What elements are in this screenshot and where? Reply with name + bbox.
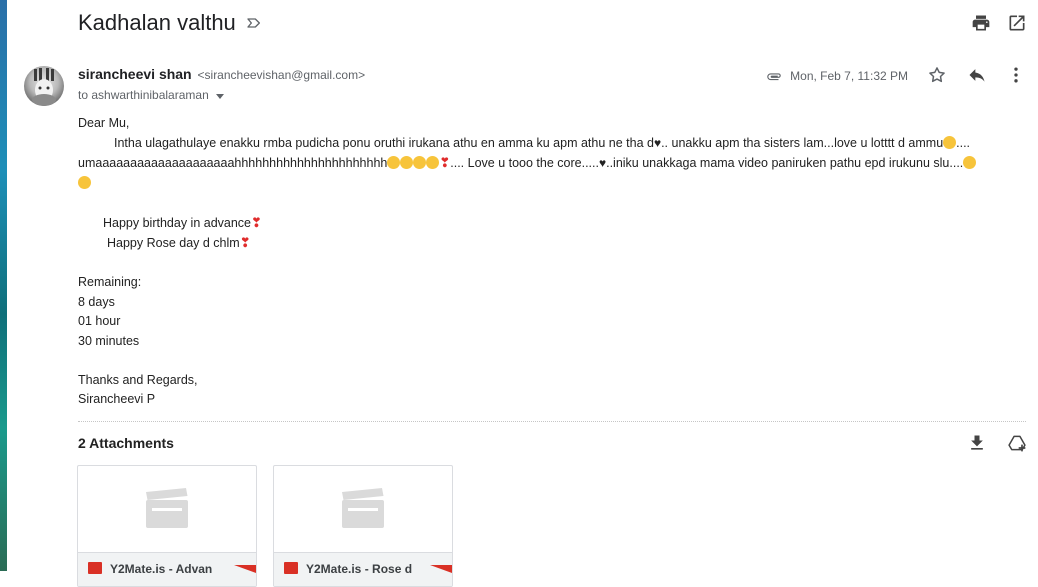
sender-line: sirancheevi shan <sirancheevishan@gmail.… <box>78 66 365 82</box>
sender-email: <sirancheevishan@gmail.com> <box>197 68 366 82</box>
attachment-card[interactable]: Y2Mate.is - Rose d <box>273 465 453 587</box>
paragraph-2-part-b: .... Love u tooo the core..... <box>450 156 599 170</box>
red-heart-emoji-icon: ❣ <box>439 155 451 170</box>
wish-birthday-text: Happy birthday in advance <box>103 215 252 230</box>
signoff: Thanks and Regards, <box>78 372 198 387</box>
video-file-icon <box>342 488 384 528</box>
attachments-divider <box>78 421 1026 422</box>
message-meta: Mon, Feb 7, 11:32 PM <box>765 67 908 85</box>
message-body: Dear Mu, Intha ulagathulaye enakku rmba … <box>78 114 1018 410</box>
video-file-icon <box>146 488 188 528</box>
wish-rose-day: Happy Rose day d chlm❣ <box>78 233 1018 254</box>
attachment-name: Y2Mate.is - Advan <box>110 562 213 576</box>
open-in-new-icon[interactable] <box>1007 13 1027 33</box>
subject-row: Kadhalan valthu <box>78 8 262 38</box>
kiss-emoji-icon <box>426 156 440 169</box>
attachment-name: Y2Mate.is - Rose d <box>306 562 413 576</box>
kiss-emoji-icon <box>400 156 414 169</box>
greeting: Dear Mu, <box>78 116 130 130</box>
attachment-footer: Y2Mate.is - Advan <box>78 552 256 586</box>
remaining-hours: 01 hour <box>78 314 121 328</box>
wish-rose-day-text: Happy Rose day d chlm <box>107 236 240 250</box>
kiss-emoji-icon <box>387 156 401 169</box>
grin-emoji-icon <box>963 156 977 169</box>
file-type-corner-icon <box>234 565 256 573</box>
signature: Sirancheevi P <box>78 392 156 406</box>
paragraph-2-part-c: ..iniku unakkaga mama video paniruken pa… <box>606 156 964 170</box>
wish-birthday: Happy birthday in advance❣ <box>78 213 1018 234</box>
video-badge-icon <box>284 562 298 574</box>
grin-emoji-icon <box>78 175 91 189</box>
paragraph-1-part-c: .... <box>956 135 971 150</box>
download-icon[interactable] <box>967 433 987 453</box>
chevron-down-icon[interactable] <box>215 93 224 99</box>
paragraph-2-part-a: umaaaaaaaaaaaaaaaaaaaahhhhhhhhhhhhhhhhhh… <box>78 156 388 170</box>
paragraph-2: umaaaaaaaaaaaaaaaaaaaahhhhhhhhhhhhhhhhhh… <box>78 153 1018 193</box>
reply-icon[interactable] <box>967 65 987 85</box>
label-outline-icon[interactable] <box>246 15 262 31</box>
remaining-minutes: 30 minutes <box>78 333 140 348</box>
desktop-wallpaper-strip <box>0 0 7 571</box>
paragraph-1-part-a: Intha ulagathulaye enakku rmba pudicha p… <box>114 135 654 150</box>
message-date: Mon, Feb 7, 11:32 PM <box>790 69 908 83</box>
attachment-footer: Y2Mate.is - Rose d <box>274 552 452 586</box>
attachment-thumbnail <box>274 466 452 552</box>
black-heart-emoji-icon: ♥ <box>653 135 662 150</box>
red-heart-emoji-icon: ❣ <box>251 214 262 230</box>
paperclip-icon <box>767 73 781 81</box>
add-to-drive-icon[interactable] <box>1007 433 1027 453</box>
paragraph-1: Intha ulagathulaye enakku rmba pudicha p… <box>78 134 1018 154</box>
more-vert-icon[interactable] <box>1006 65 1026 85</box>
sender-avatar[interactable] <box>24 66 64 106</box>
heart-eyes-emoji-icon <box>943 135 957 149</box>
remaining-label: Remaining: <box>78 275 142 289</box>
attachment-card[interactable]: Y2Mate.is - Advan <box>77 465 257 587</box>
attachment-thumbnail <box>78 466 256 552</box>
paragraph-1-part-b: .. unakku apm tha sisters lam...love u l… <box>661 135 944 150</box>
video-badge-icon <box>88 562 102 574</box>
email-subject: Kadhalan valthu <box>78 10 236 35</box>
recipient-text: to ashwarthinibalaraman <box>78 88 209 102</box>
star-outline-icon[interactable] <box>927 65 947 85</box>
red-heart-emoji-icon: ❣ <box>239 235 251 250</box>
file-type-corner-icon <box>430 565 452 573</box>
print-icon[interactable] <box>971 13 991 33</box>
attachments-title: 2 Attachments <box>78 435 174 451</box>
sender-name[interactable]: sirancheevi shan <box>78 66 192 82</box>
remaining-days: 8 days <box>78 294 115 309</box>
recipient-line[interactable]: to ashwarthinibalaraman <box>78 88 224 102</box>
kiss-emoji-icon <box>413 156 427 169</box>
